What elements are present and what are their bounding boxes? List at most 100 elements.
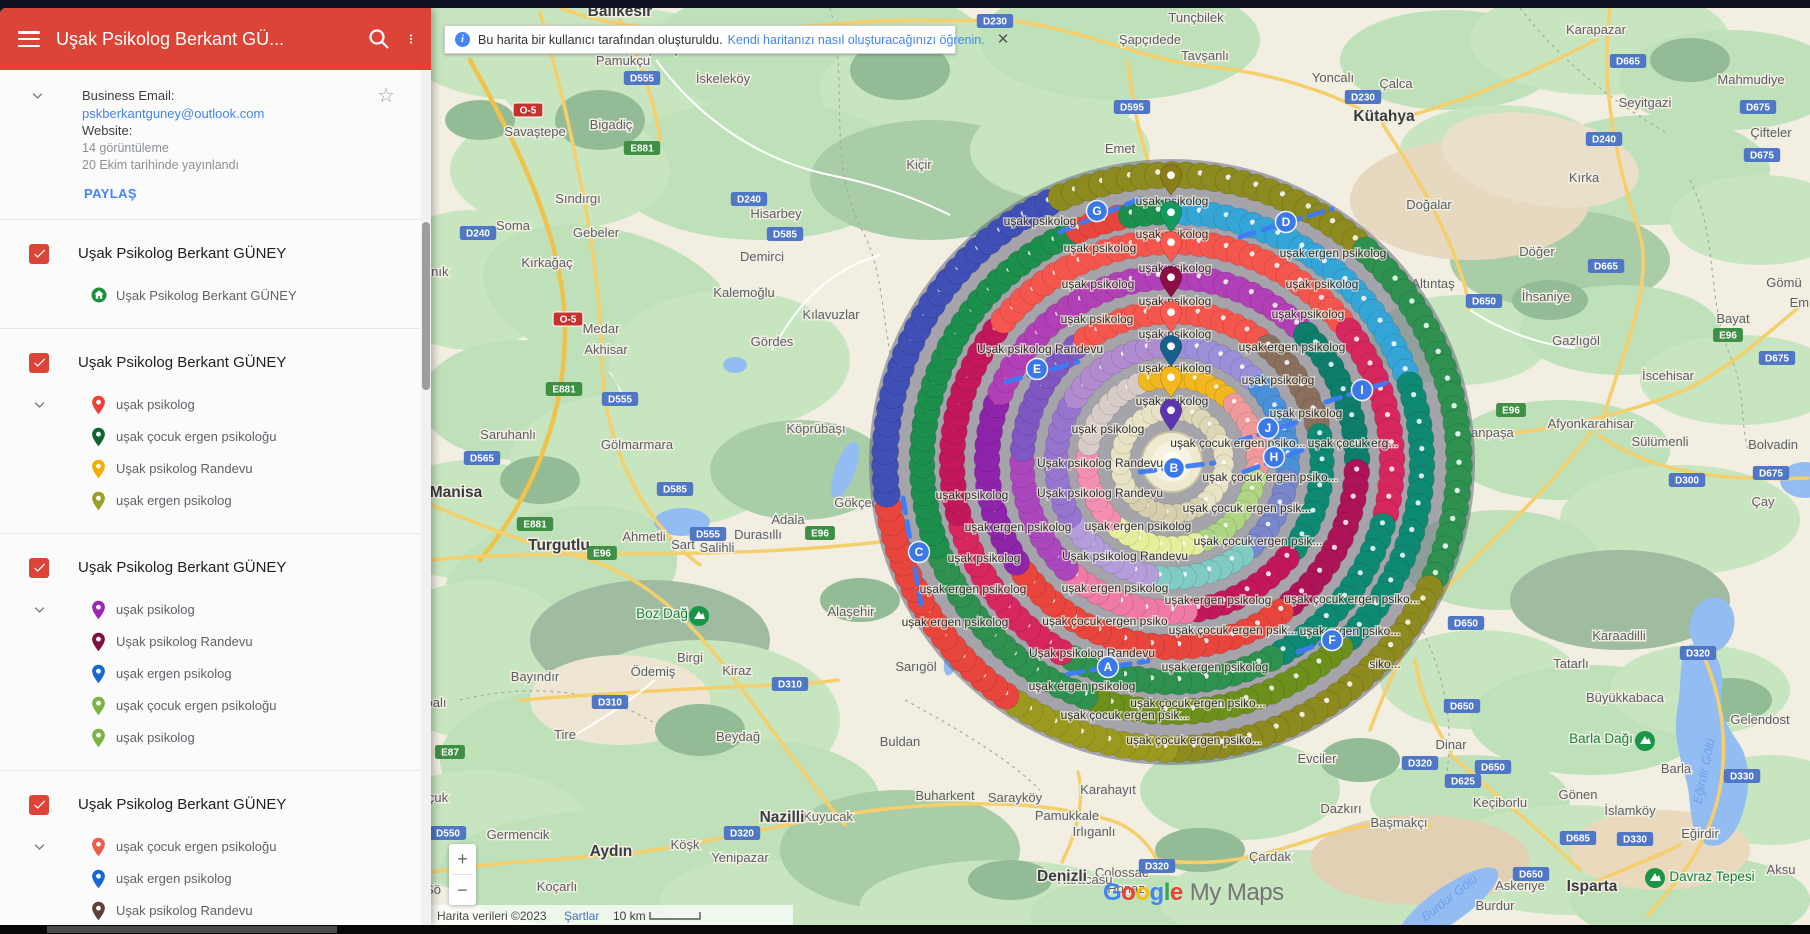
layer-item-label: uşak çocuk ergen psikoloğu [116, 698, 276, 713]
menu-icon[interactable] [18, 31, 40, 47]
sidebar-scrollbar[interactable] [421, 70, 431, 925]
city-label: Tire [554, 727, 576, 742]
road-badge: E881 [517, 517, 553, 531]
terms-link[interactable]: Şartlar [564, 909, 599, 923]
layer-item[interactable]: uşak psikolog [90, 594, 421, 626]
map-canvas[interactable]: TunçbilekŞapçıdedeTavşanlıYoncalıÇalcaKa… [431, 8, 1810, 925]
road-badge: O-5 [513, 103, 543, 117]
city-label: Hisarbey [750, 206, 802, 221]
city-label: Germencik [487, 827, 550, 842]
share-button[interactable]: PAYLAŞ [84, 186, 137, 201]
published-date: 20 Ekim tarihinde yayınlandı [82, 157, 401, 175]
spiral-marker-label: siko... [1369, 657, 1400, 671]
letter-marker-G[interactable]: G [1087, 201, 1108, 222]
city-label: Köşk [671, 837, 700, 852]
city-label: Karapazar [1566, 22, 1627, 37]
city-label: Koçarlı [537, 879, 577, 894]
layer-checkbox[interactable] [29, 244, 49, 264]
svg-text:E881: E881 [552, 385, 576, 396]
city-label: Bayındır [511, 669, 560, 684]
city-label: Denizli [1037, 868, 1087, 885]
letter-marker-A[interactable]: A [1098, 657, 1119, 678]
user-map-banner: i Bu harita bir kullanıcı tarafından olu… [444, 25, 956, 54]
letter-marker-H[interactable]: H [1264, 447, 1285, 468]
layer-item-label: uşak psikolog [116, 397, 195, 412]
layer-item[interactable]: uşak ergen psikolog [90, 485, 421, 517]
map-layer: Uşak Psikolog Berkant GÜNEY [0, 533, 421, 770]
city-label: Karaadilli [1592, 628, 1646, 643]
letter-marker-J[interactable]: J [1258, 418, 1279, 439]
layer-title: Uşak Psikolog Berkant GÜNEY [78, 245, 286, 262]
zoom-out-button[interactable]: − [449, 875, 476, 905]
svg-text:D230: D230 [1351, 93, 1375, 104]
spiral-marker-label: uşak ergen psikolog [902, 615, 1009, 629]
layer-checkbox[interactable] [29, 795, 49, 815]
road-badge: D665 [1588, 259, 1624, 273]
banner-learn-link[interactable]: Kendi haritanızı nasıl oluşturacağınızı … [728, 33, 985, 47]
layer-item[interactable]: Uşak psikolog Randevu [90, 626, 421, 658]
svg-text:I: I [1360, 383, 1363, 397]
letter-marker-F[interactable]: F [1322, 630, 1343, 651]
kebab-menu-icon[interactable] [405, 27, 417, 51]
layer-item[interactable]: uşak psikolog [90, 389, 421, 421]
chevron-down-icon[interactable] [32, 397, 47, 417]
scrollbar-thumb[interactable] [422, 222, 430, 390]
svg-text:E96: E96 [811, 529, 829, 540]
layer-item[interactable]: uşak ergen psikolog [90, 863, 421, 895]
spiral-marker-label: uşak ergen psikolog [1280, 246, 1387, 260]
city-label: Bayat [1716, 311, 1750, 326]
layer-item[interactable]: Uşak Psikolog Berkant GÜNEY [90, 280, 421, 312]
road-badge: D650 [1448, 616, 1484, 630]
road-badge: D595 [1114, 100, 1150, 114]
close-icon[interactable]: ✕ [997, 32, 1010, 47]
layer-item[interactable]: uşak çocuk ergen psikoloğu [90, 831, 421, 863]
pin-icon [90, 459, 107, 479]
road-badge: D650 [1466, 294, 1502, 308]
road-badge: D230 [977, 14, 1013, 28]
spiral-marker-label: uşak psikolog [1272, 307, 1345, 321]
layer-item[interactable]: uşak çocuk ergen psikoloğu [90, 421, 421, 453]
layer-item[interactable]: uşak çocuk ergen psikoloğu [90, 690, 421, 722]
letter-marker-I[interactable]: I [1352, 380, 1373, 401]
letter-marker-B[interactable]: B [1164, 458, 1185, 479]
attribution-copyright: Harita verileri ©2023 [437, 909, 547, 923]
chevron-down-icon[interactable] [30, 88, 45, 108]
road-badge: D585 [657, 482, 693, 496]
layer-checkbox[interactable] [29, 353, 49, 373]
layer-item[interactable]: Uşak psikolog Randevu [90, 895, 421, 926]
layer-item[interactable]: uşak psikolog [90, 722, 421, 754]
layer-title: Uşak Psikolog Berkant GÜNEY [78, 559, 286, 576]
svg-text:D675: D675 [1750, 151, 1774, 162]
spiral-marker-label: uşak psikolog [1062, 277, 1135, 291]
letter-marker-D[interactable]: D [1276, 212, 1297, 233]
chevron-down-icon[interactable] [32, 602, 47, 622]
city-label: Pamukkale [1035, 808, 1099, 823]
star-icon[interactable]: ☆ [377, 86, 395, 106]
layer-item[interactable]: Uşak psikolog Randevu [90, 453, 421, 485]
road-badge: D310 [772, 677, 808, 691]
svg-text:D625: D625 [1451, 777, 1475, 788]
spiral-marker-label: uşak psikolog [936, 488, 1009, 502]
email-link[interactable]: pskberkantguney@outlook.com [82, 105, 401, 123]
zoom-in-button[interactable]: + [449, 844, 476, 874]
letter-marker-C[interactable]: C [909, 542, 930, 563]
spiral-marker-label: Uşak psikolog Randevu [1062, 549, 1188, 563]
road-badge: D675 [1744, 148, 1780, 162]
chevron-down-icon[interactable] [32, 839, 47, 859]
road-badge: D320 [1680, 646, 1716, 660]
layer-item[interactable]: uşak ergen psikolog [90, 658, 421, 690]
spiral-marker-label: uşak ergen psikolog [965, 520, 1072, 534]
spiral-marker-label: uşak çocuk ergen psiko... [1126, 733, 1261, 747]
pin-icon [90, 869, 107, 889]
svg-text:D665: D665 [1594, 262, 1618, 273]
search-icon[interactable] [367, 27, 391, 51]
spiral-marker-label: uşak psikolog [1072, 422, 1145, 436]
svg-text:D310: D310 [598, 698, 622, 709]
city-label: İslamköy [1604, 803, 1656, 818]
layer-checkbox[interactable] [29, 558, 49, 578]
layer-item-label: Uşak psikolog Randevu [116, 903, 253, 918]
road-badge: D555 [690, 527, 726, 541]
city-label: Doğalar [1406, 197, 1452, 212]
road-badge: D650 [1475, 760, 1511, 774]
letter-marker-E[interactable]: E [1027, 359, 1048, 380]
